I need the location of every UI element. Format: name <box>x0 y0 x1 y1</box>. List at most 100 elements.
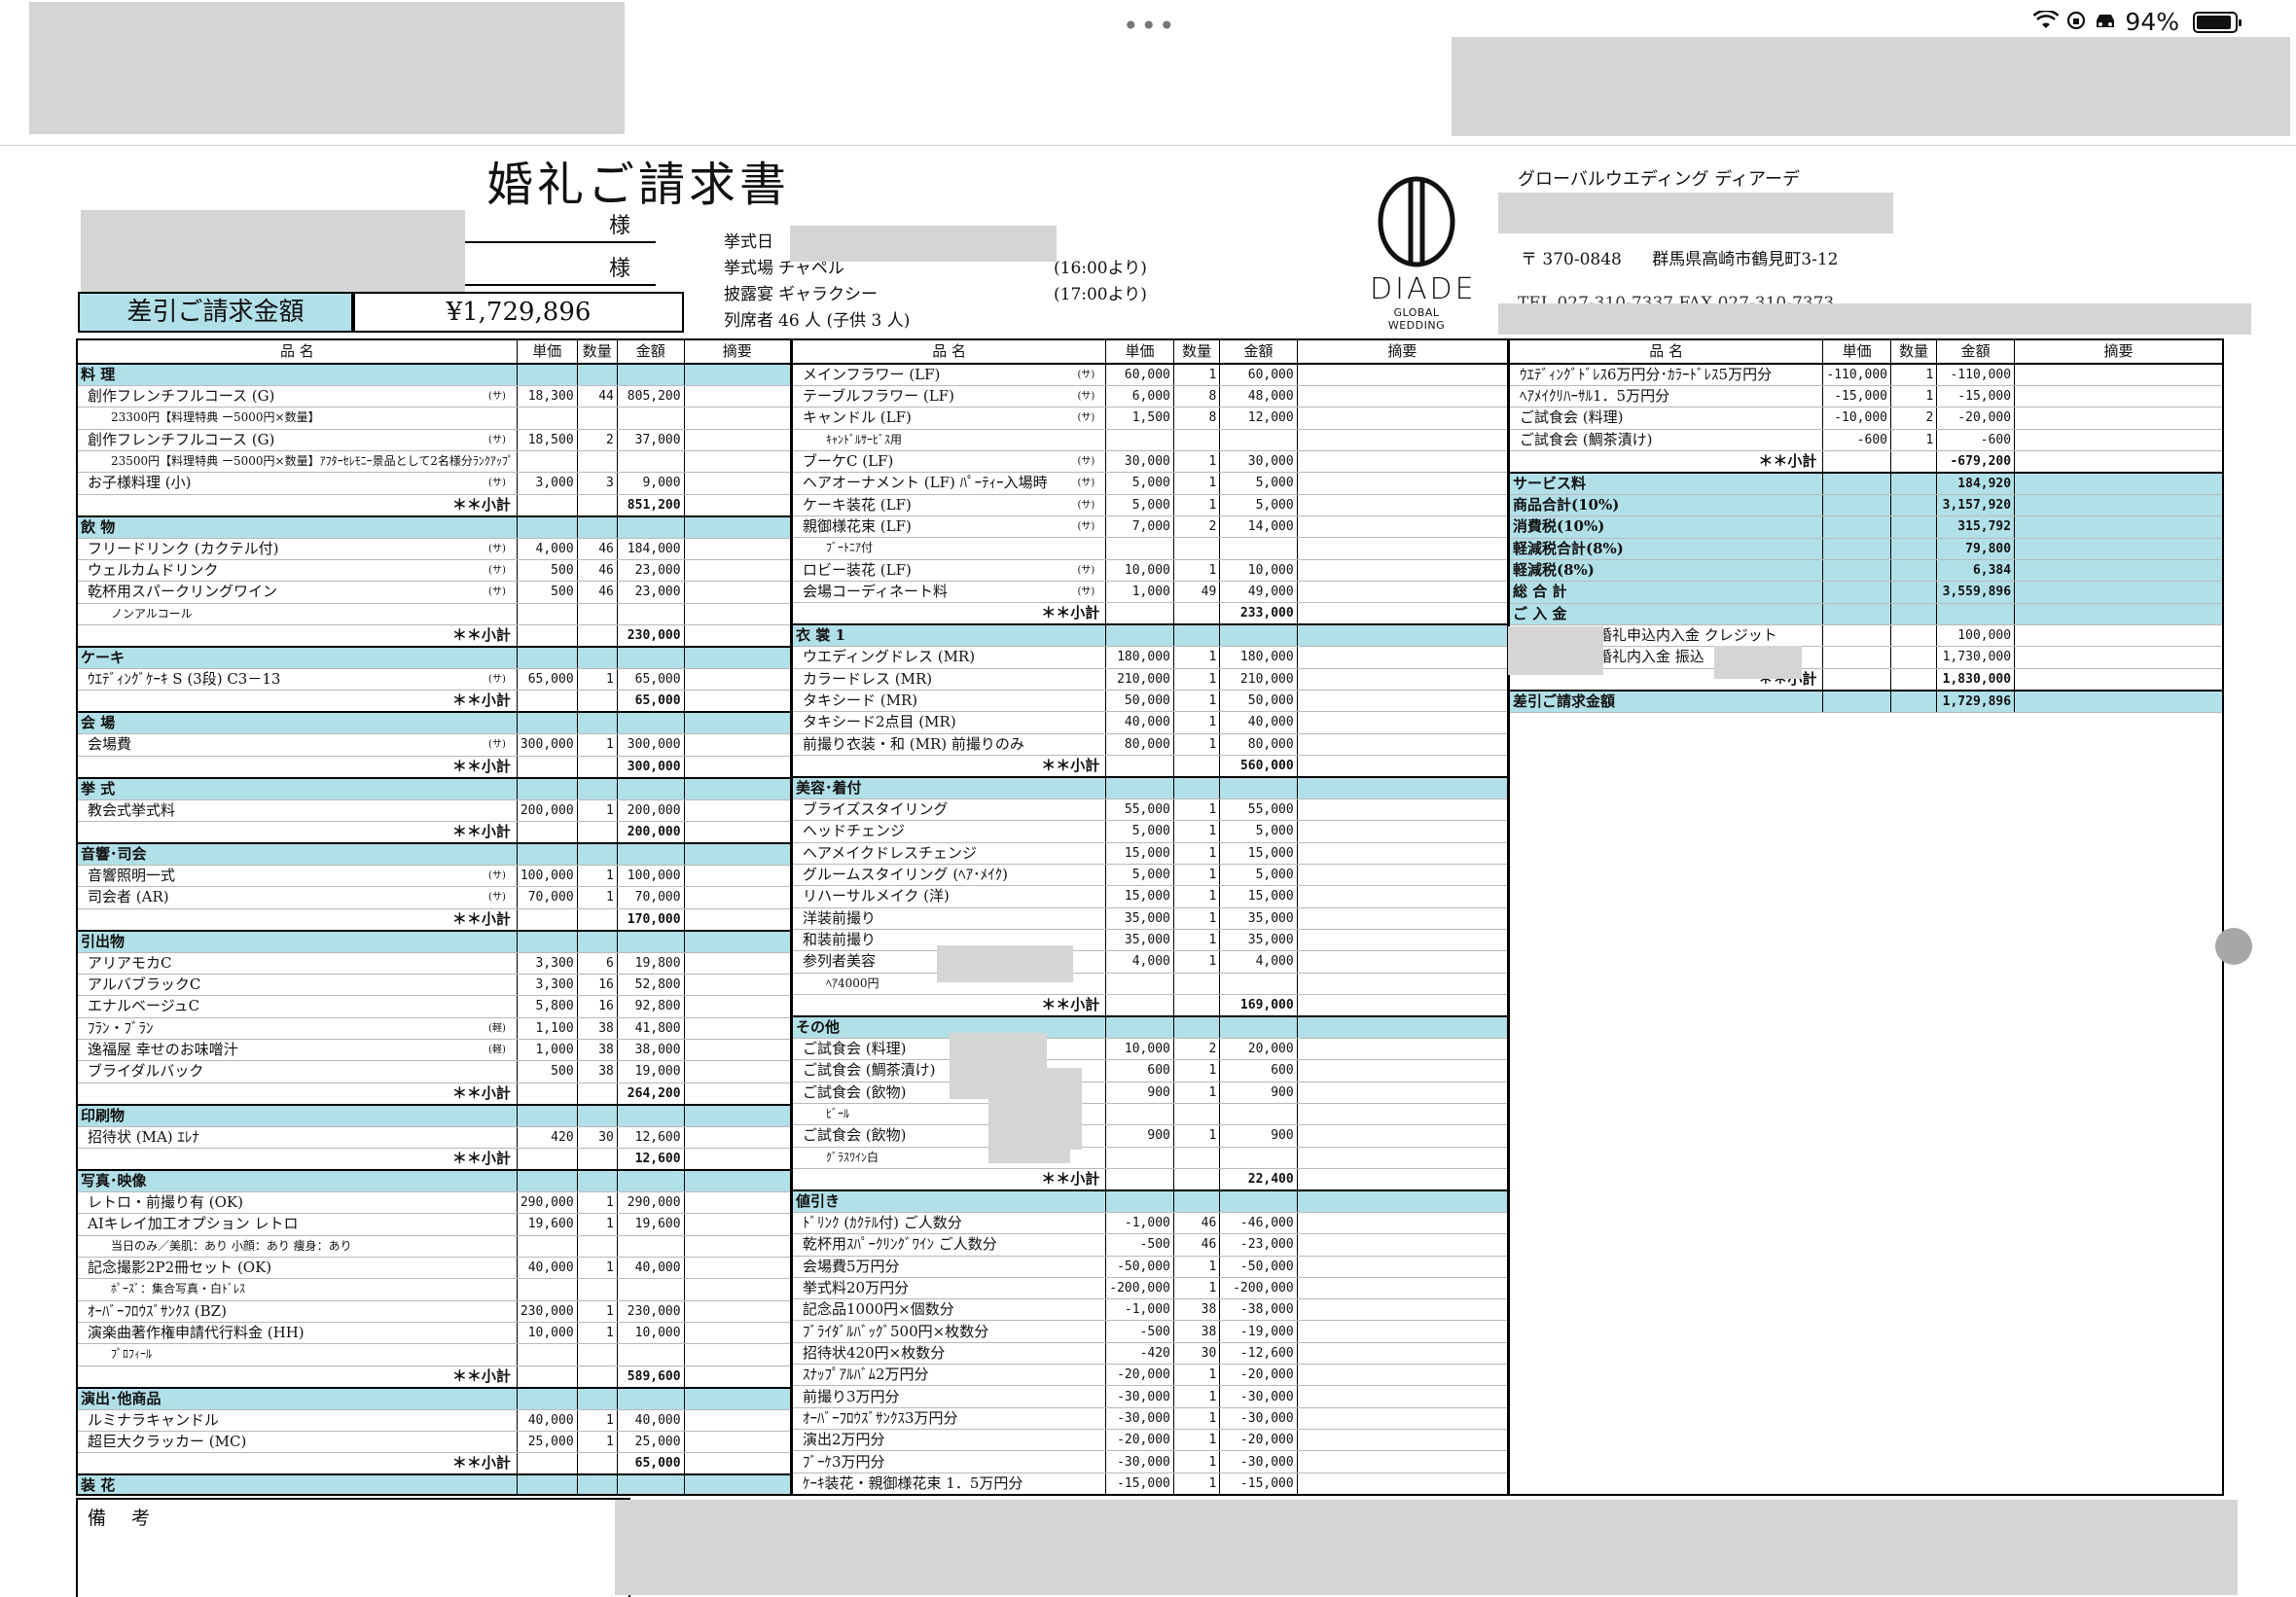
quantity: 1 <box>1173 820 1221 843</box>
item-row: 招待状420円×枚数分 -420 30 -12,600 <box>793 1342 1507 1366</box>
item-name-text: アリアモカC <box>88 953 172 972</box>
empty-cell <box>1297 1168 1507 1191</box>
unit-price: 7,000 <box>1105 515 1174 539</box>
item-name: ﾌﾗﾝ・ﾌﾞﾗﾝ (軽) <box>78 1017 518 1040</box>
note-cell <box>684 1039 790 1062</box>
empty-cell <box>1890 450 1938 474</box>
item-name: ルミナラキャンドル <box>78 1409 518 1432</box>
logo-subtitle: GLOBAL WEDDING <box>1387 306 1446 332</box>
quantity: 46 <box>577 581 618 604</box>
redacted-area <box>1498 193 1893 233</box>
unit-price: 500 <box>517 1060 578 1083</box>
item-name-text: カラードレス (MR) <box>803 669 933 688</box>
item-row: ご試食会 (飲物) 900 1 900 <box>793 1082 1507 1104</box>
empty-cell <box>1105 755 1174 778</box>
unit-price: 30,000 <box>1105 450 1174 474</box>
section-header-row: ご 入 金 <box>1510 603 2222 625</box>
invoice-grid: 品 名単価 数量 金額 摘要料 理創作フレンチフルコース (G) (サ) 18,300 44… <box>78 340 790 1494</box>
item-row: ウエディングドレス (MR) 180,000 1 180,000 <box>793 646 1507 669</box>
item-row: ｳｴﾃﾞｨﾝｸﾞﾄﾞﾚｽ6万円分･ｶﾗｰﾄﾞﾚｽ5万円分 -110,000 1 -11… <box>1510 364 2222 386</box>
item-name-text: ﾄﾞﾘﾝｸ (ｶｸﾃﾙ付) ご人数分 <box>803 1214 962 1231</box>
quantity: 1 <box>1173 1473 1221 1494</box>
empty-cell <box>517 712 578 735</box>
qty-header: 数量 <box>577 340 618 365</box>
amount-header: 金額 <box>617 340 685 365</box>
empty-cell <box>1105 973 1174 995</box>
quantity: 1 <box>577 1322 618 1345</box>
subtotal-row: ＊＊小計 12,600 <box>78 1148 790 1171</box>
empty-cell <box>517 930 578 953</box>
customer-line-2: 様 <box>465 251 656 286</box>
redacted-area <box>1452 37 2290 136</box>
note-cell <box>684 886 790 909</box>
line-amount: 805,200 <box>617 385 685 408</box>
item-note: 23500円【料理特典 ー5000円×数量】ｱﾌﾀｰｾﾚﾓﾆｰ景品として2名様分… <box>78 450 518 474</box>
empty-cell <box>684 690 790 714</box>
section-header-row: 引出物 <box>78 930 790 953</box>
tax-tag: (サ) <box>488 478 506 489</box>
empty-cell <box>1219 973 1298 995</box>
note-row: ｸﾞﾗｽﾜｲﾝ白 <box>793 1147 1507 1169</box>
section-header-row: 写真･映像 <box>78 1169 790 1192</box>
empty-cell <box>1297 537 1507 560</box>
empty-cell <box>684 494 790 517</box>
quantity: 16 <box>577 974 618 997</box>
logo-mark-icon <box>1378 176 1455 267</box>
unit-price <box>1822 646 1891 669</box>
empty-cell <box>577 624 618 648</box>
subtotal-amount: 560,000 <box>1219 755 1298 778</box>
empty-cell <box>577 1474 618 1494</box>
item-name-text: 記念品1000円×個数分 <box>803 1300 954 1319</box>
item-name-text: フリードリンク (カクテル付) <box>88 539 279 557</box>
quantity: 46 <box>1173 1233 1221 1257</box>
item-row: ご試食会 (鯛茶漬け) -600 1 -600 <box>1510 429 2222 451</box>
item-row: 前撮り3万円分 -30,000 1 -30,000 <box>793 1385 1507 1408</box>
item-name-text: ｳｴﾃﾞｨﾝｸﾞｹｰｷ S (3段) C3－13 <box>88 670 281 689</box>
line-amount: -20,000 <box>1219 1429 1298 1452</box>
item-name-text: 司会者 (AR) <box>88 888 169 906</box>
tax-tag: (軽) <box>488 1045 506 1056</box>
unit-price: 6,000 <box>1105 385 1174 408</box>
empty-cell <box>684 930 790 953</box>
item-name: 演出2万円分 <box>793 1429 1107 1452</box>
empty-cell <box>517 1148 578 1171</box>
note-header: 摘要 <box>1297 340 1507 365</box>
empty-cell <box>517 450 578 474</box>
unit-price: 230,000 <box>517 1300 578 1323</box>
unit-price: 5,000 <box>1105 494 1174 516</box>
item-row: ヘッドチェンジ 5,000 1 5,000 <box>793 820 1507 843</box>
line-amount: 15,000 <box>1219 885 1298 908</box>
quantity: 8 <box>1173 385 1221 408</box>
table-header-row: 品 名単価 数量 金額 摘要 <box>78 340 790 365</box>
total-row: 消費税(10%) 315,792 <box>1510 515 2222 539</box>
quantity: 49 <box>1173 581 1221 604</box>
empty-cell <box>1173 1103 1221 1126</box>
empty-cell <box>617 1343 685 1366</box>
note-cell <box>1297 1364 1507 1387</box>
empty-cell <box>1890 559 1938 583</box>
line-amount: 300,000 <box>617 733 685 757</box>
item-name: ｵｰﾊﾞｰﾌﾛｳｽﾞｻﾝｸｽ (BZ) <box>78 1300 518 1323</box>
empty-cell <box>1219 776 1298 799</box>
billing-amount-label: 差引ご請求金額 <box>78 292 353 333</box>
item-name-text: 逸福屋 幸せのお味噌汁 <box>88 1041 238 1059</box>
unit-price: -30,000 <box>1105 1407 1174 1431</box>
note-cell <box>1297 1277 1507 1300</box>
item-row: テーブルフラワー (LF) (サ) 6,000 8 48,000 <box>793 385 1507 408</box>
empty-cell <box>517 364 578 386</box>
section-title: 値引き <box>793 1189 1107 1213</box>
item-name-text: ブーケC (LF) <box>803 452 894 471</box>
section-title: 印刷物 <box>78 1104 518 1127</box>
empty-cell <box>1297 1147 1507 1169</box>
info-label: 挙式場 <box>724 259 773 278</box>
line-amount: -30,000 <box>1219 1450 1298 1473</box>
scroll-handle[interactable] <box>2215 928 2252 965</box>
item-name: 会場費 (サ) <box>78 733 518 757</box>
unit-price: 40,000 <box>517 1409 578 1432</box>
section-title: 料 理 <box>78 364 518 386</box>
empty-cell <box>517 1452 578 1476</box>
item-name-text: タキシード (MR) <box>803 692 918 710</box>
empty-cell <box>1297 755 1507 778</box>
quantity: 1 <box>1173 1407 1221 1431</box>
more-options-icon[interactable]: ••• <box>1123 10 1177 42</box>
